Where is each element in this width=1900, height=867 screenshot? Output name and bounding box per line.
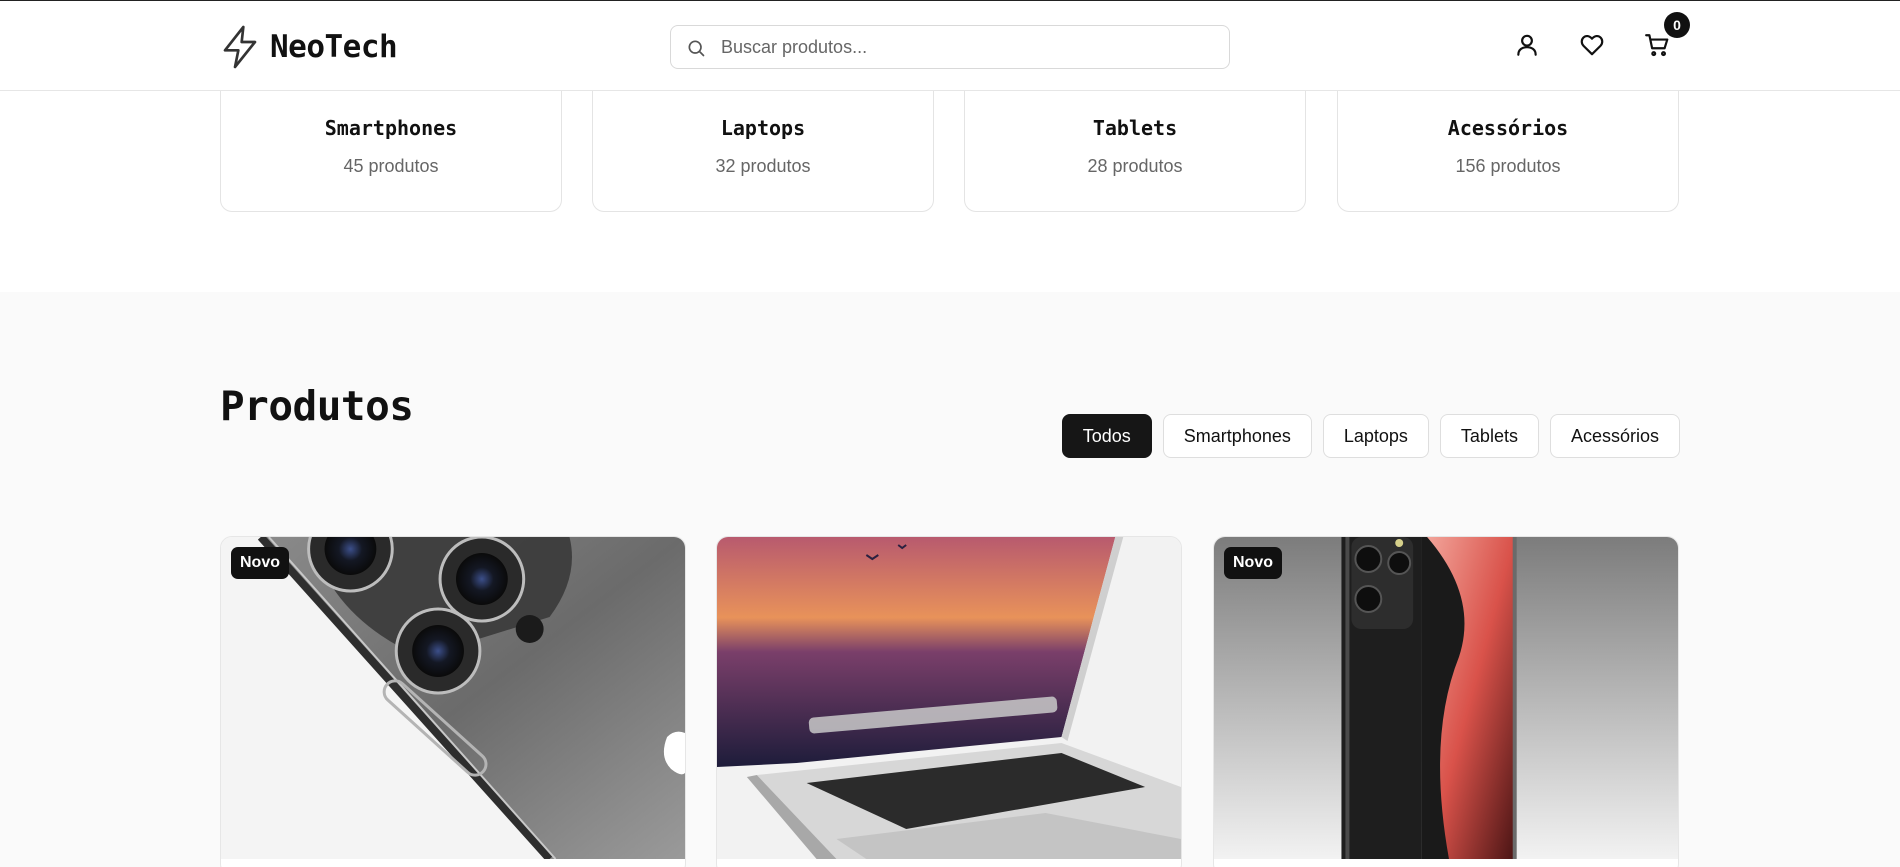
category-card-laptops[interactable]: Laptops 32 produtos	[592, 70, 934, 212]
category-filter-bar: Todos Smartphones Laptops Tablets Acessó…	[1061, 414, 1680, 458]
category-count: 45 produtos	[343, 156, 439, 176]
account-button[interactable]	[1511, 29, 1543, 61]
filter-acessorios[interactable]: Acessórios	[1549, 414, 1680, 458]
filter-laptops[interactable]: Laptops	[1322, 414, 1429, 458]
cart-count-badge: 0	[1664, 12, 1690, 38]
category-name: Acessórios	[1447, 116, 1569, 140]
new-badge: Novo	[231, 547, 289, 579]
products-section: Produtos Todos Smartphones Laptops Table…	[0, 292, 1900, 867]
new-badge: Novo	[1224, 547, 1282, 579]
filter-todos[interactable]: Todos	[1061, 414, 1152, 458]
wishlist-button[interactable]	[1576, 29, 1608, 61]
category-count: 156 produtos	[1455, 156, 1561, 176]
product-image-galaxy	[1214, 537, 1678, 859]
product-card[interactable]: Novo	[220, 536, 686, 867]
category-name: Smartphones	[324, 116, 458, 140]
category-name: Laptops	[720, 116, 806, 140]
category-card-tablets[interactable]: Tablets 28 produtos	[964, 70, 1306, 212]
user-icon	[1517, 34, 1537, 56]
product-image-macbook	[717, 537, 1181, 859]
brand-logo[interactable]: NeoTech	[220, 25, 398, 69]
category-count: 32 produtos	[715, 156, 811, 176]
brand-name: NeoTech	[270, 29, 398, 65]
product-card[interactable]: Novo	[1213, 536, 1679, 867]
site-header: NeoTech 0	[0, 1, 1900, 91]
filter-tablets[interactable]: Tablets	[1439, 414, 1539, 458]
heart-icon	[1580, 34, 1604, 56]
section-title: Produtos	[220, 382, 414, 430]
search-input[interactable]	[721, 27, 1211, 67]
search-box	[670, 25, 1230, 69]
filter-smartphones[interactable]: Smartphones	[1162, 414, 1312, 458]
category-card-smartphones[interactable]: Smartphones 45 produtos	[220, 70, 562, 212]
search-icon	[688, 40, 705, 57]
category-name: Tablets	[1092, 116, 1178, 140]
category-count: 28 produtos	[1087, 156, 1183, 176]
lightning-bolt-icon	[223, 25, 257, 69]
product-image-iphone	[221, 537, 685, 859]
product-card[interactable]	[716, 536, 1182, 867]
cart-icon	[1645, 34, 1669, 57]
category-card-acessorios[interactable]: Acessórios 156 produtos	[1337, 70, 1679, 212]
